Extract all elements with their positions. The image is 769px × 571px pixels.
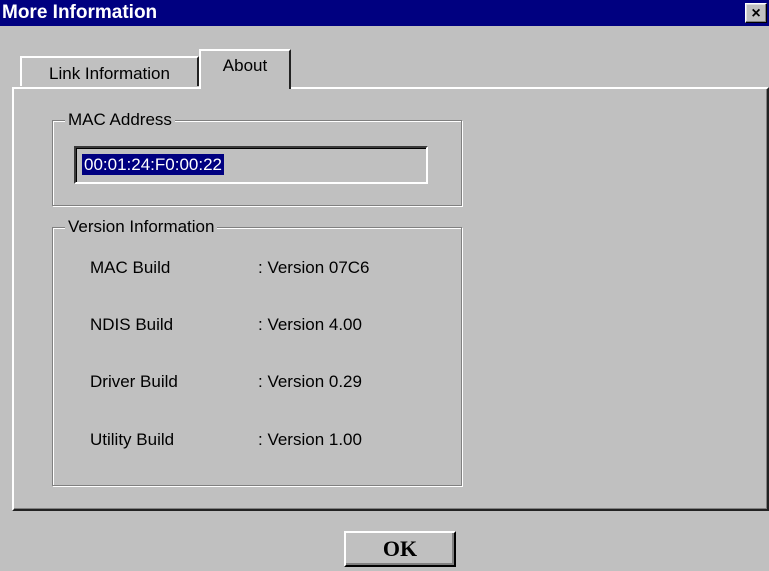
driver-build-label: Driver Build — [90, 372, 178, 391]
mac-address-value: 00:01:24:F0:00:22 — [82, 154, 225, 175]
mac-build-label: MAC Build — [90, 258, 171, 277]
utility-build-label: Utility Build — [90, 430, 175, 449]
mac-address-legend: MAC Address — [65, 109, 175, 131]
tab-label: About — [222, 56, 268, 75]
tab-link-information[interactable]: Link Information — [20, 56, 199, 86]
ndis-build-value: : Version 4.00 — [258, 315, 362, 334]
close-button[interactable]: × — [745, 3, 767, 23]
ok-button[interactable]: OK — [344, 531, 456, 567]
close-icon: × — [751, 5, 761, 22]
mac-address-field[interactable]: 00:01:24:F0:00:22 — [74, 146, 428, 184]
utility-build-value: : Version 1.00 — [258, 430, 362, 449]
title-bar: More Information × — [0, 0, 769, 26]
tab-about[interactable]: About — [199, 49, 291, 89]
driver-build-value: : Version 0.29 — [258, 372, 362, 391]
ndis-build-label: NDIS Build — [90, 315, 174, 334]
tab-label: Link Information — [49, 64, 170, 83]
window-title: More Information — [2, 2, 158, 23]
version-information-legend: Version Information — [65, 216, 218, 238]
mac-build-value: : Version 07C6 — [258, 258, 370, 277]
